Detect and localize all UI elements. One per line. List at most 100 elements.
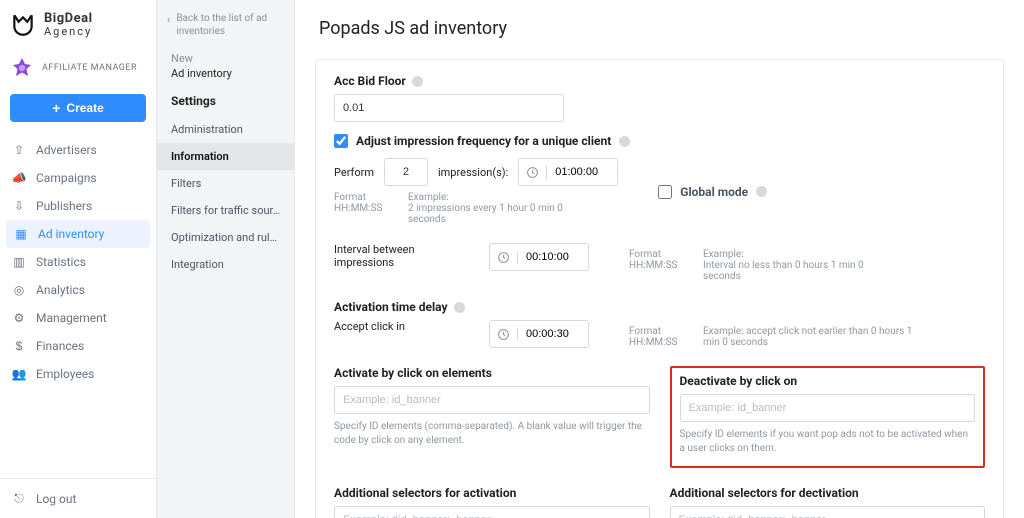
compass-icon: ◎ [12,283,26,297]
role-row: AFFILIATE MANAGER [0,50,156,90]
deactivate-label: Deactivate by click on [680,374,976,388]
adjust-frequency-label: Adjust impression frequency for a unique… [356,134,611,148]
nav-logout[interactable]: ⎋ Log out [0,479,156,518]
nav-label: Employees [36,367,94,381]
nav-advertisers[interactable]: ⇧ Advertisers [0,136,156,164]
brand-logo-icon [10,12,36,38]
settings-administration[interactable]: Administration [157,116,294,143]
perform-time-field[interactable] [547,159,617,185]
sidebar: BigDeal Agency AFFILIATE MANAGER + Creat… [0,0,157,518]
dollar-icon: $ [12,339,26,353]
nav-label: Campaigns [36,171,97,185]
perform-time-input[interactable] [518,158,618,186]
grid-icon: ▦ [14,227,28,241]
form-card: Acc Bid Floor Adjust impression frequenc… [315,59,1004,518]
info-icon[interactable] [756,186,767,197]
clock-icon [490,328,518,341]
page-title: Popads JS ad inventory [295,0,1024,59]
megaphone-icon: 📣 [12,171,26,185]
global-mode-checkbox[interactable]: Global mode [658,158,767,225]
upload-icon: ⇧ [12,143,26,157]
adjust-frequency-checkbox-input[interactable] [334,134,348,148]
info-icon[interactable] [412,76,423,87]
download-icon: ⇩ [12,199,26,213]
back-link[interactable]: ‹ Back to the list of ad inventories [157,12,294,52]
clock-icon [519,166,547,179]
interval-example-body: Interval no less than 0 hours 1 min 0 se… [703,260,883,282]
settings-column: ‹ Back to the list of ad inventories New… [157,0,295,518]
addl-deactivation-input[interactable] [670,506,986,518]
activate-note: Specify ID elements (comma-separated). A… [334,420,650,448]
perform-count-input[interactable] [384,158,428,186]
global-mode-checkbox-input[interactable] [658,185,672,199]
nav-campaigns[interactable]: 📣 Campaigns [0,164,156,192]
nav-label: Ad inventory [38,227,104,241]
format-label: Format HH:MM:SS [629,249,685,282]
brand-sub: Agency [44,26,93,38]
accept-click-field[interactable] [518,321,588,347]
deactivate-note: Specify ID elements if you want pop ads … [680,428,976,456]
nav-statistics[interactable]: ▥ Statistics [0,248,156,276]
main: Popads JS ad inventory Acc Bid Floor Adj… [295,0,1024,518]
nav-publishers[interactable]: ⇩ Publishers [0,192,156,220]
brand: BigDeal Agency [0,0,156,50]
settings-optimization[interactable]: Optimization and rules [157,224,294,251]
activation-delay-label: Activation time delay [334,300,985,314]
nav-finances[interactable]: $ Finances [0,332,156,360]
nav-label: Finances [36,339,84,353]
accept-click-example: Example: accept click not earlier than 0… [703,326,923,348]
acc-bid-floor-label: Acc Bid Floor [334,74,985,88]
interval-label: Interval between impressions [334,243,469,269]
perform-example-body: 2 impressions every 1 hour 0 min 0 secon… [408,203,588,225]
affiliate-badge-icon [10,56,34,80]
settings-heading: Settings [157,94,294,116]
format-label: Format HH:MM:SS [334,192,390,225]
settings-filters[interactable]: Filters [157,170,294,197]
brand-name: BigDeal [44,12,93,26]
clock-icon [490,251,518,264]
nav-label: Log out [36,492,76,506]
settings-integration[interactable]: Integration [157,251,294,278]
activate-by-click-input[interactable] [334,386,650,414]
nav-label: Analytics [36,283,85,297]
accept-click-input[interactable] [489,320,589,348]
deactivate-highlight-box: Deactivate by click on Specify ID elemen… [670,366,986,468]
accept-click-label: Accept click in [334,320,469,333]
format-label: Format HH:MM:SS [629,326,685,348]
nav-label: Advertisers [36,143,97,157]
nav-label: Statistics [36,255,86,269]
create-button[interactable]: + Create [10,94,146,122]
nav-employees[interactable]: 👥 Employees [0,360,156,388]
nav-label: Publishers [36,199,92,213]
perform-label: Perform [334,166,374,179]
nav-ad-inventory[interactable]: ▦ Ad inventory [6,220,150,248]
acc-bid-floor-input[interactable] [334,94,564,122]
addl-activation-input[interactable] [334,506,650,518]
info-icon[interactable] [619,136,630,147]
create-button-label: Create [66,101,103,115]
activate-by-click-label: Activate by click on elements [334,366,650,380]
settings-filters-traffic[interactable]: Filters for traffic sour… [157,197,294,224]
crumb-ad-inventory: Ad inventory [157,67,294,80]
addl-deactivation-label: Additional selectors for dectivation [670,486,986,500]
nav-management[interactable]: ⚙ Management [0,304,156,332]
interval-example-head: Example: [703,249,883,260]
nav: ⇧ Advertisers 📣 Campaigns ⇩ Publishers ▦… [0,132,156,388]
interval-time-field[interactable] [518,244,588,270]
bars-icon: ▥ [12,255,26,269]
deactivate-input[interactable] [680,394,976,422]
plus-icon: + [52,101,60,115]
addl-activation-label: Additional selectors for activation [334,486,650,500]
settings-information[interactable]: Information [157,143,294,170]
nav-analytics[interactable]: ◎ Analytics [0,276,156,304]
users-icon: 👥 [12,367,26,381]
info-icon[interactable] [454,302,465,313]
interval-time-input[interactable] [489,243,589,271]
back-text: Back to the list of ad inventories [176,12,284,38]
nav-label: Management [36,311,107,325]
gear-icon: ⚙ [12,311,26,325]
adjust-frequency-checkbox[interactable]: Adjust impression frequency for a unique… [334,134,985,148]
logout-icon: ⎋ [12,491,26,506]
impressions-label: impression(s): [438,166,508,179]
role-label: AFFILIATE MANAGER [42,63,137,73]
